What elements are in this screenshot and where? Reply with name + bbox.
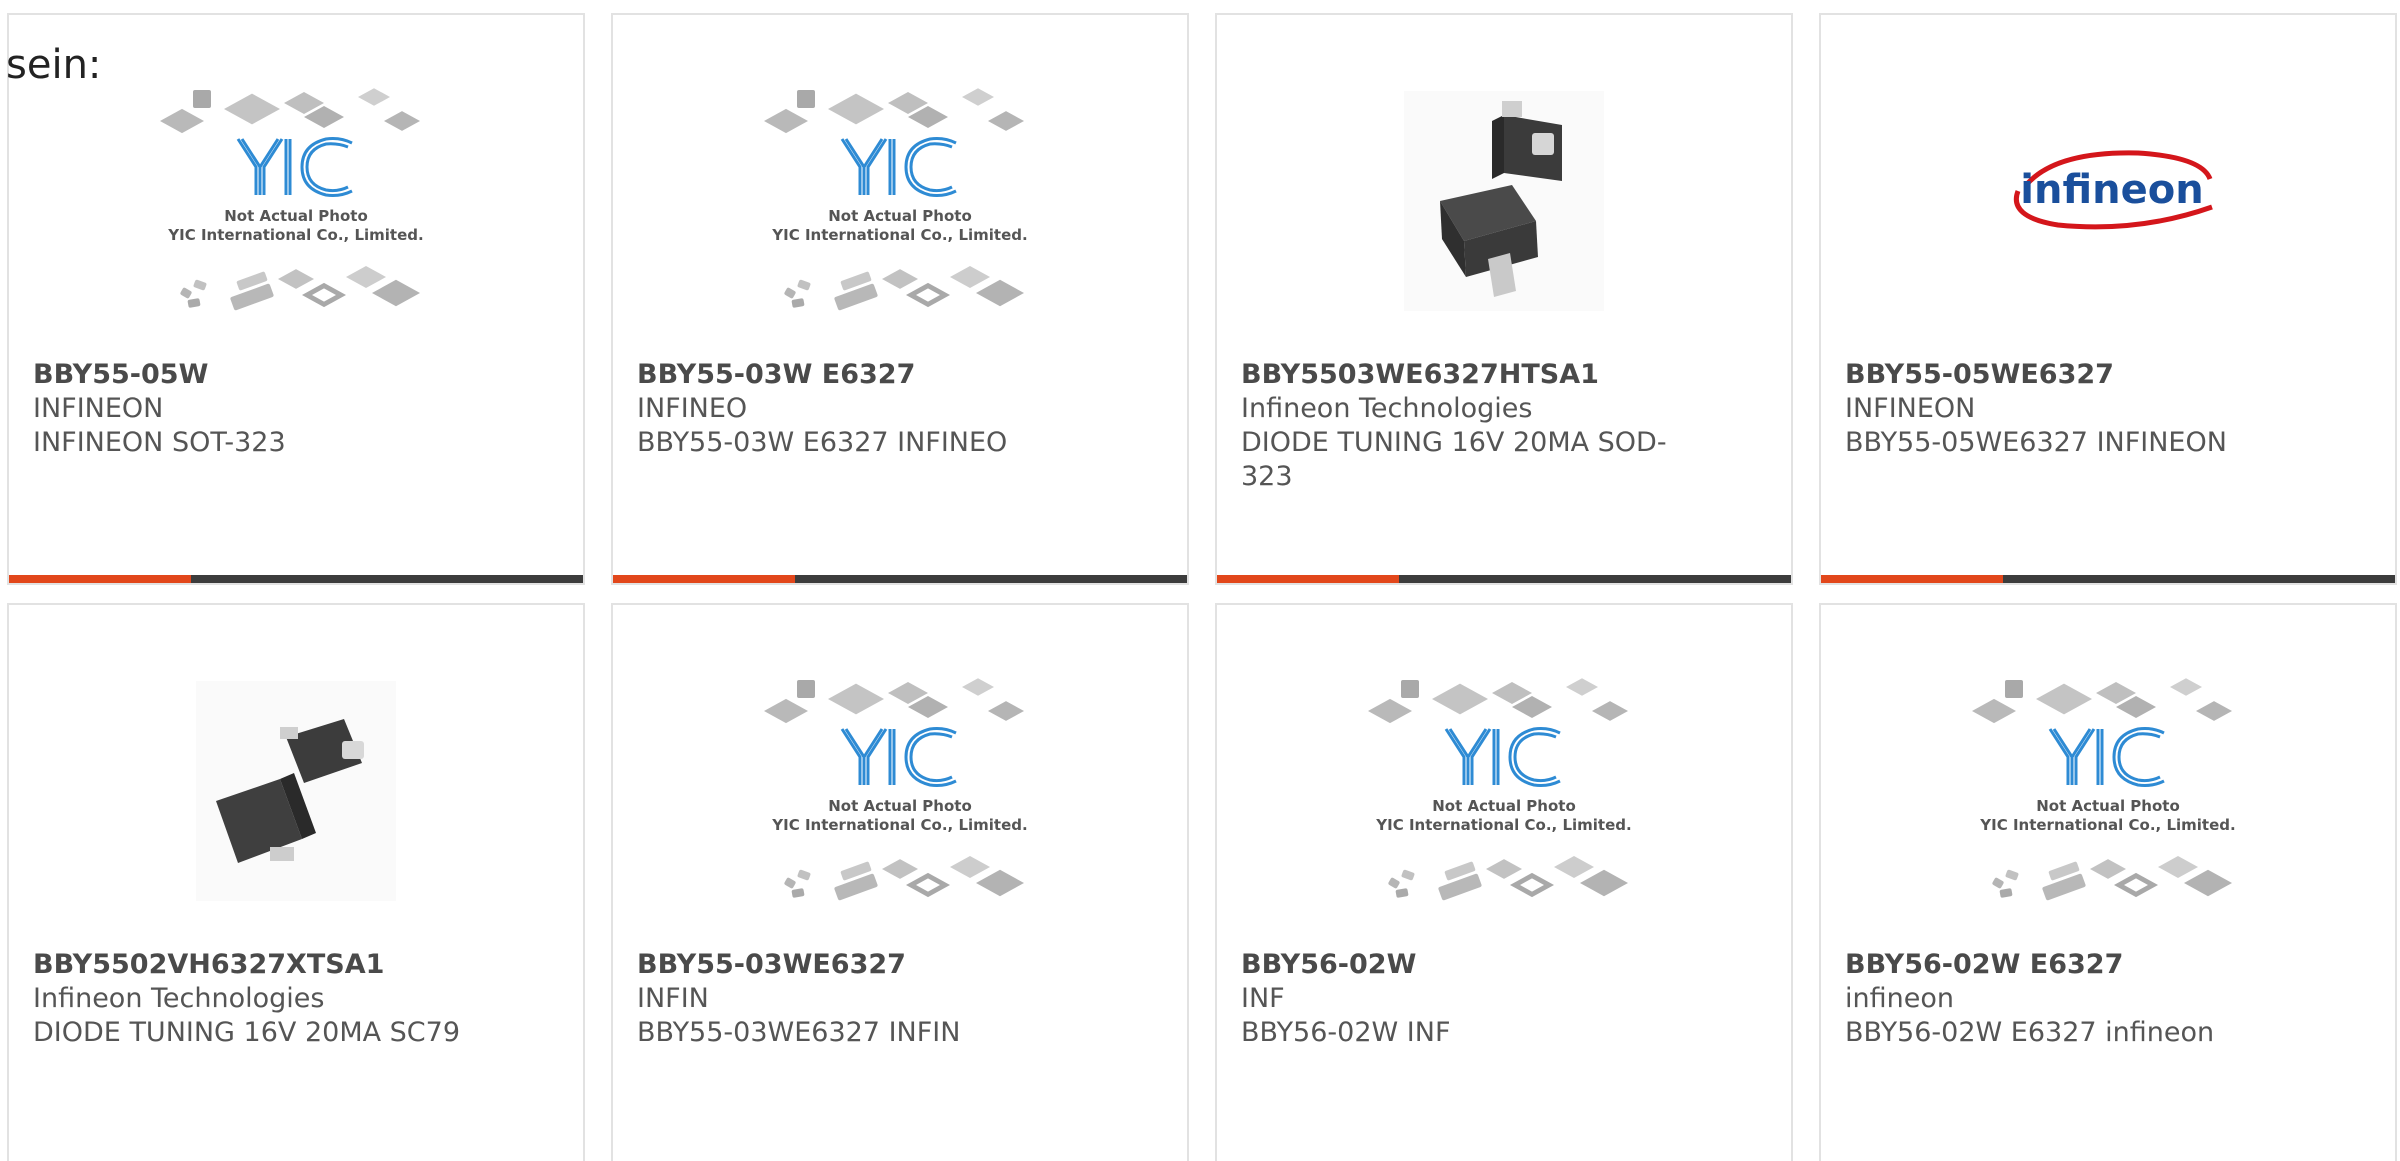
placeholder-caption: YIC International Co., Limited. bbox=[771, 226, 1027, 244]
product-card[interactable]: Not Actual Photo YIC International Co., L… bbox=[611, 13, 1189, 585]
product-image-placeholder[interactable]: Not Actual Photo YIC International Co., L… bbox=[613, 671, 1187, 949]
card-accent-bar bbox=[9, 575, 583, 583]
placeholder-caption: YIC International Co., Limited. bbox=[1375, 816, 1631, 834]
description: DIODE TUNING 16V 20MA SC79 bbox=[33, 1017, 461, 1048]
product-card[interactable]: Not Actual Photo YIC International Co., L… bbox=[1819, 603, 2397, 1161]
yic-logo bbox=[236, 137, 353, 197]
placeholder-caption: Not Actual Photo bbox=[2036, 797, 2180, 815]
product-card[interactable]: infineon BBY55-05WE6327 INFINEON BBY55-0… bbox=[1819, 13, 2397, 585]
manufacturer: Infineon Technologies bbox=[1241, 393, 1533, 424]
yic-logo bbox=[840, 727, 957, 787]
card-accent-bar bbox=[1217, 575, 1791, 583]
product-card[interactable]: BBY5503WE6327HTSA1 Infineon Technologies… bbox=[1215, 13, 1793, 585]
product-card[interactable]: Not Actual Photo YIC International Co., L… bbox=[1215, 603, 1793, 1161]
accent-segment bbox=[613, 575, 795, 583]
not-actual-photo-image: Not Actual PhotoYIC International Co., L… bbox=[764, 88, 1028, 311]
placeholder-caption: YIC International Co., Limited. bbox=[167, 226, 423, 244]
svg-text:infineon: infineon bbox=[2020, 167, 2203, 213]
description: DIODE TUNING 16V 20MA SOD-323 bbox=[1241, 427, 1667, 492]
manufacturer: infineon bbox=[1845, 983, 1954, 1014]
manufacturer: INFINEON bbox=[1845, 393, 1976, 424]
placeholder-caption: YIC International Co., Limited. bbox=[1979, 816, 2235, 834]
part-number-link[interactable]: BBY56-02W E6327 bbox=[1845, 948, 2285, 982]
manufacturer: INFINEO bbox=[637, 393, 748, 424]
placeholder-caption: Not Actual Photo bbox=[828, 797, 972, 815]
description: INFINEON SOT-323 bbox=[33, 427, 286, 458]
part-number-link[interactable]: BBY55-05W bbox=[33, 358, 473, 392]
intro-text: sein: bbox=[6, 42, 102, 88]
card-accent-bar bbox=[613, 575, 1187, 583]
description: BBY56-02W E6327 infineon bbox=[1845, 1017, 2215, 1048]
part-number-link[interactable]: BBY55-03WE6327 bbox=[637, 948, 1077, 982]
diode-package-photo bbox=[196, 681, 396, 901]
description: BBY55-05WE6327 INFINEON bbox=[1845, 427, 2227, 458]
product-image-placeholder[interactable]: Not Actual Photo YIC International Co., L… bbox=[1821, 671, 2395, 949]
part-number-link[interactable]: BBY5502VH6327XTSA1 bbox=[33, 948, 473, 982]
manufacturer: INFINEON bbox=[33, 393, 164, 424]
part-number-link[interactable]: BBY55-03W E6327 bbox=[637, 358, 1077, 392]
yic-logo bbox=[2048, 727, 2165, 787]
product-card[interactable]: Not Actual Photo YIC International Co., L… bbox=[7, 13, 585, 585]
accent-segment bbox=[1217, 575, 1399, 583]
manufacturer: INFIN bbox=[637, 983, 709, 1014]
description: BBY55-03WE6327 INFIN bbox=[637, 1017, 961, 1048]
accent-segment bbox=[1821, 575, 2003, 583]
not-actual-photo-image: Not Actual PhotoYIC International Co., L… bbox=[160, 88, 424, 311]
product-grid-page: sein: Not Actual Photo YIC International … bbox=[0, 0, 2400, 1161]
product-image-placeholder[interactable]: Not Actual Photo YIC International Co., L… bbox=[9, 81, 583, 359]
part-number-link[interactable]: BBY56-02W bbox=[1241, 948, 1681, 982]
product-card[interactable]: Not Actual Photo YIC International Co., L… bbox=[611, 603, 1189, 1161]
description: BBY56-02W INF bbox=[1241, 1017, 1451, 1048]
description: BBY55-03W E6327 INFINEO bbox=[637, 427, 1008, 458]
yic-logo bbox=[1444, 727, 1561, 787]
placeholder-caption: Not Actual Photo bbox=[828, 207, 972, 225]
product-photo[interactable] bbox=[9, 671, 583, 949]
infineon-logo: infineon bbox=[2014, 150, 2213, 230]
accent-segment bbox=[9, 575, 191, 583]
placeholder-caption: Not Actual Photo bbox=[224, 207, 368, 225]
product-image-placeholder[interactable]: Not Actual Photo YIC International Co., L… bbox=[613, 81, 1187, 359]
manufacturer: Infineon Technologies bbox=[33, 983, 325, 1014]
product-photo[interactable] bbox=[1217, 81, 1791, 359]
not-actual-photo-image: Not Actual PhotoYIC International Co., L… bbox=[1368, 678, 1632, 901]
product-image-placeholder[interactable]: Not Actual Photo YIC International Co., L… bbox=[1217, 671, 1791, 949]
card-accent-bar bbox=[1821, 575, 2395, 583]
placeholder-caption: Not Actual Photo bbox=[1432, 797, 1576, 815]
brand-logo-image[interactable]: infineon bbox=[1821, 81, 2395, 399]
product-card[interactable]: BBY5502VH6327XTSA1 Infineon Technologies… bbox=[7, 603, 585, 1161]
part-number-link[interactable]: BBY5503WE6327HTSA1 bbox=[1241, 358, 1681, 392]
diode-package-photo bbox=[1404, 91, 1604, 311]
not-actual-photo-image: Not Actual PhotoYIC International Co., L… bbox=[764, 678, 1028, 901]
part-number-link[interactable]: BBY55-05WE6327 bbox=[1845, 358, 2285, 392]
yic-logo bbox=[840, 137, 957, 197]
not-actual-photo-image: Not Actual PhotoYIC International Co., L… bbox=[1972, 678, 2236, 901]
placeholder-caption: YIC International Co., Limited. bbox=[771, 816, 1027, 834]
manufacturer: INF bbox=[1241, 983, 1285, 1014]
